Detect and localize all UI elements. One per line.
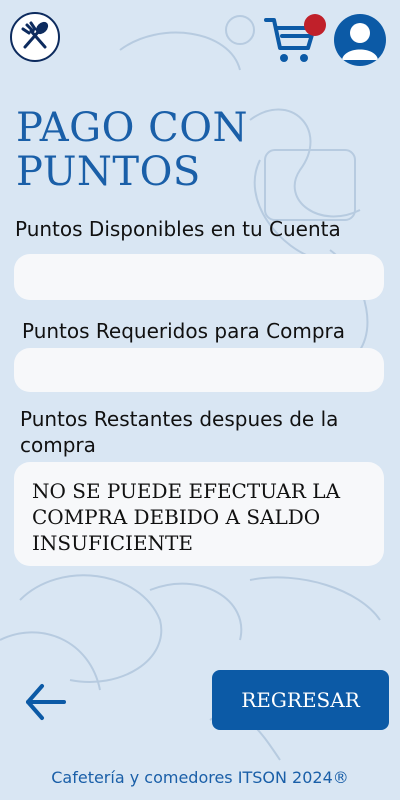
remaining-points-field: NO SE PUEDE EFECTUAR LA COMPRA DEBIDO A …: [14, 462, 384, 566]
footer-text: Cafetería y comedores ITSON 2024®: [51, 768, 349, 787]
remaining-points-label: Puntos Restantes despues de la compra: [20, 407, 339, 457]
profile-button[interactable]: [334, 14, 386, 66]
required-points-field[interactable]: [14, 348, 384, 392]
page-title: PAGO CON PUNTOS: [16, 106, 316, 194]
required-points-label: Puntos Requeridos para Compra: [22, 319, 346, 343]
page-title-line1: PAGO CON: [16, 105, 248, 151]
fork-spoon-icon: [21, 21, 49, 49]
back-button[interactable]: [22, 680, 70, 724]
arrow-left-icon: [26, 684, 66, 720]
cart-notification-badge: [304, 14, 326, 36]
available-points-field[interactable]: [14, 254, 384, 300]
regresar-button[interactable]: REGRESAR: [212, 670, 389, 730]
available-points-label: Puntos Disponibles en tu Cuenta: [15, 217, 341, 241]
user-icon: [342, 23, 378, 60]
page-title-line2: PUNTOS: [16, 149, 201, 195]
app-logo: [10, 12, 60, 62]
